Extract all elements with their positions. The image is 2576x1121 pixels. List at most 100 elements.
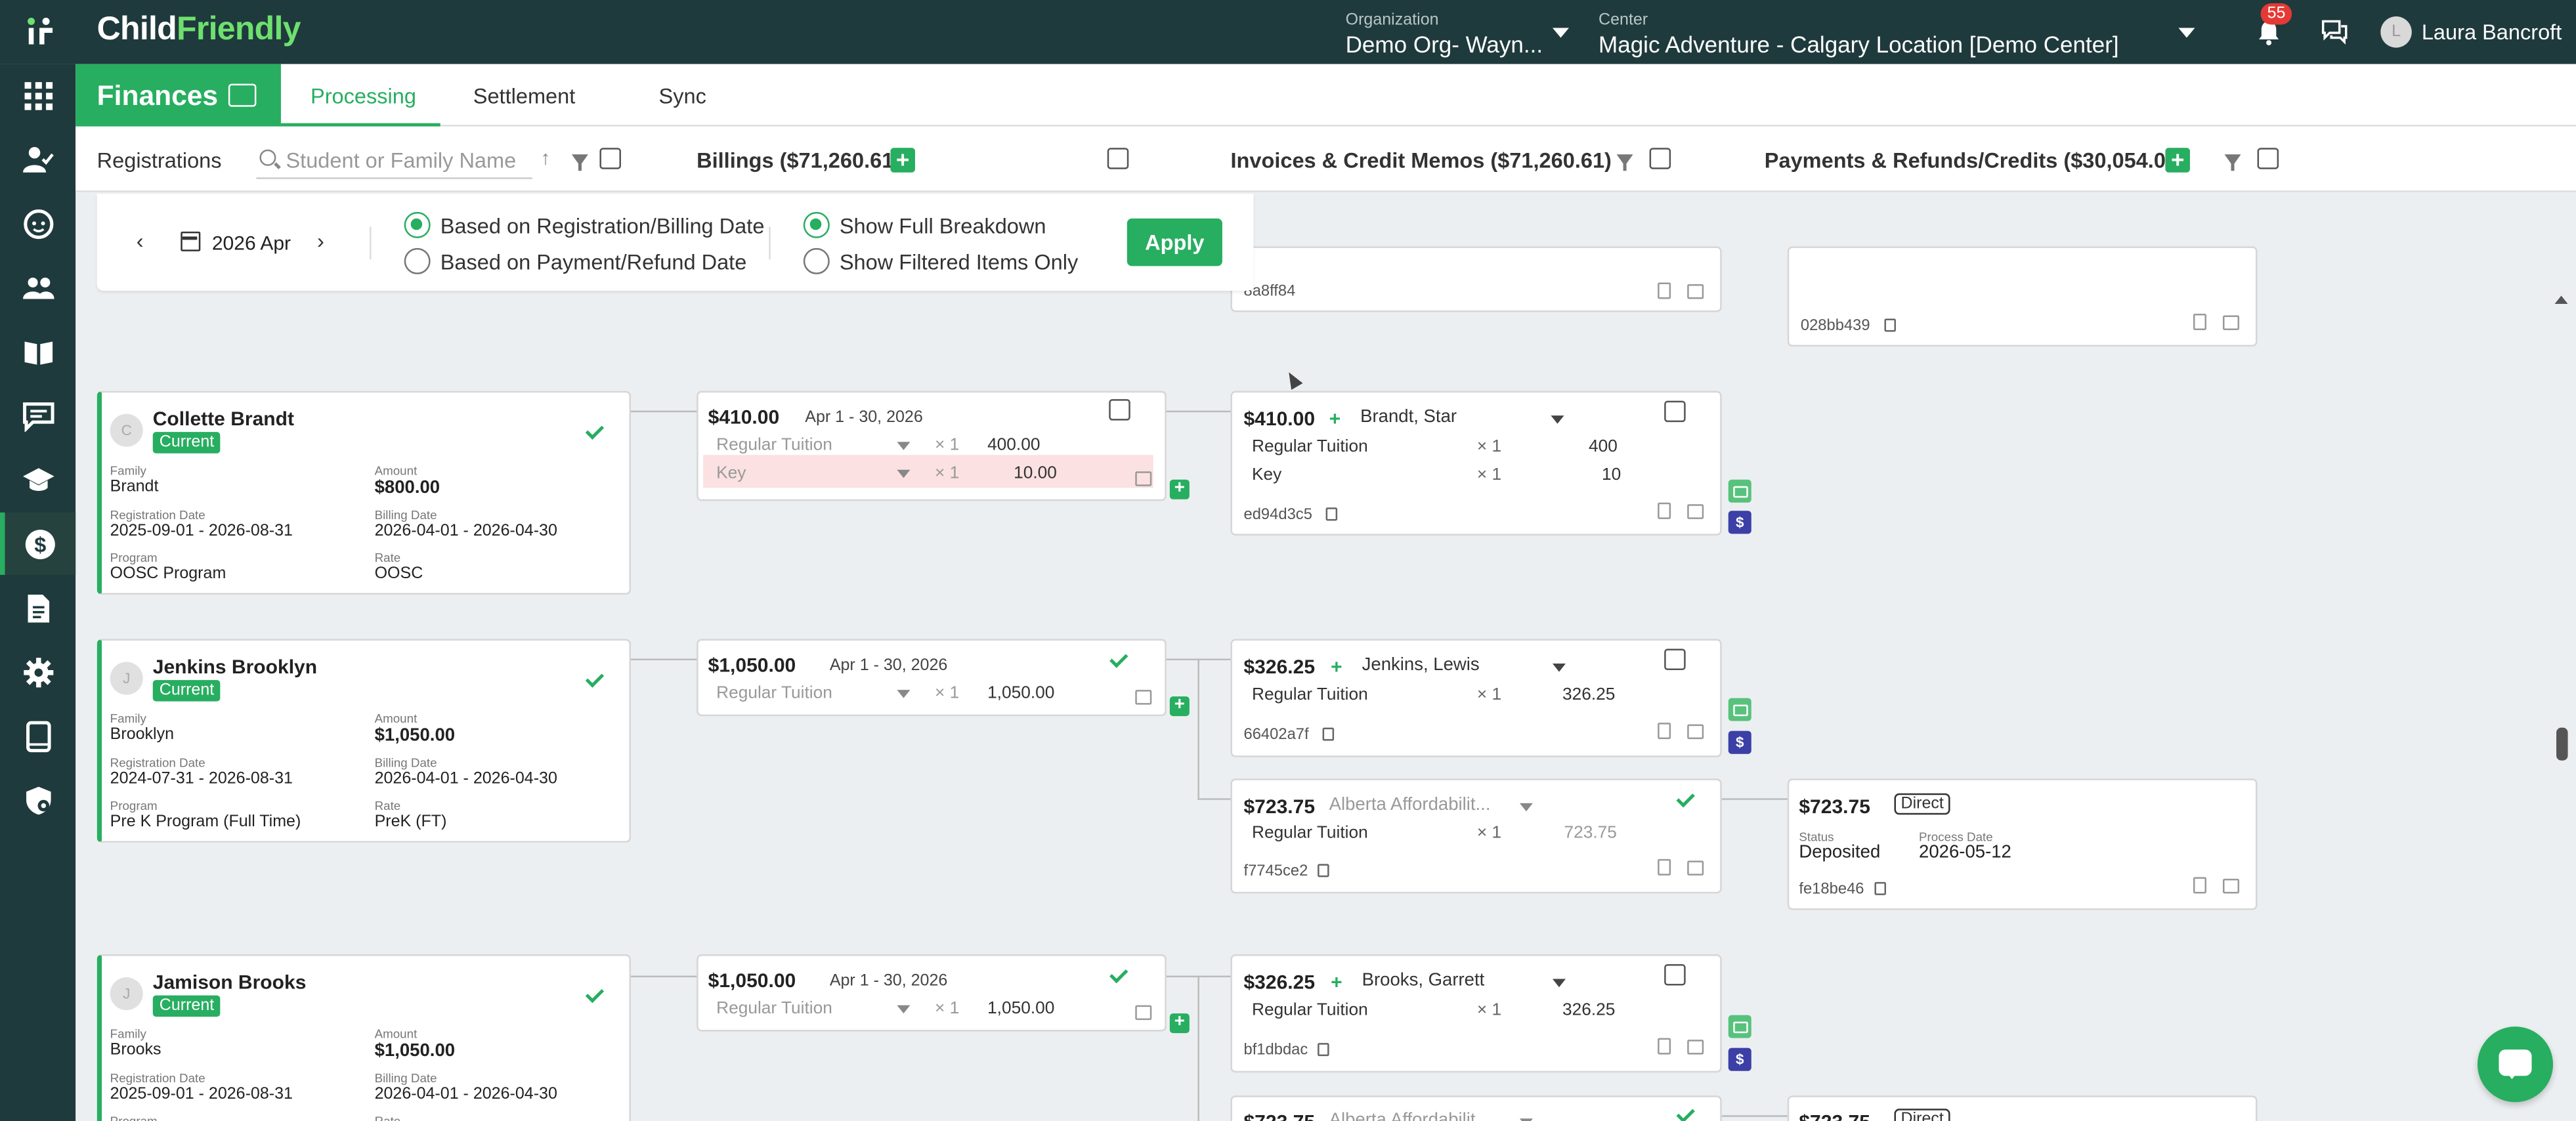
copy-icon[interactable] bbox=[1318, 864, 1329, 878]
registration-card[interactable]: J Jamison Brooks Current Family Brooks A… bbox=[97, 954, 631, 1121]
user-avatar[interactable]: L bbox=[2380, 16, 2412, 48]
email-icon[interactable] bbox=[1135, 690, 1152, 705]
email-icon[interactable] bbox=[1687, 860, 1704, 876]
dollar-payment-icon[interactable]: $ bbox=[1728, 730, 1751, 754]
email-icon[interactable] bbox=[1687, 504, 1704, 519]
email-icon[interactable] bbox=[1687, 724, 1704, 740]
radio-filtered-only[interactable] bbox=[803, 247, 830, 274]
radio-registration-billing-date[interactable] bbox=[404, 211, 431, 238]
chevron-down-icon[interactable] bbox=[1519, 803, 1533, 812]
prev-month-icon[interactable]: ‹ bbox=[137, 228, 144, 253]
record-payment-icon[interactable] bbox=[1728, 698, 1751, 721]
dollar-payment-icon[interactable]: $ bbox=[1728, 511, 1751, 534]
payer-name[interactable]: Alberta Affordabilit... bbox=[1329, 1110, 1491, 1121]
finances-title[interactable]: Finances bbox=[75, 64, 281, 127]
line-item-name[interactable]: Regular Tuition bbox=[716, 999, 832, 1019]
line-item-amount[interactable]: 10.00 bbox=[1014, 463, 1057, 483]
organization-caret-icon[interactable] bbox=[1552, 28, 1569, 38]
chevron-down-icon[interactable] bbox=[1552, 979, 1566, 988]
chevron-down-icon[interactable] bbox=[1552, 664, 1566, 672]
record-payment-icon[interactable] bbox=[1728, 479, 1751, 503]
line-item-name[interactable]: Regular Tuition bbox=[716, 435, 832, 455]
sidebar-item-learning[interactable] bbox=[0, 448, 75, 511]
chevron-down-icon[interactable] bbox=[897, 690, 911, 698]
student-name[interactable]: Jenkins Brooklyn bbox=[153, 656, 317, 679]
radio-full-breakdown[interactable] bbox=[803, 211, 830, 238]
billing-card[interactable]: $410.00 Apr 1 - 30, 2026 Regular Tuition… bbox=[697, 391, 1167, 501]
sidebar-item-settings[interactable] bbox=[0, 641, 75, 703]
payment-card-partial[interactable]: $723.75 Direct bbox=[1787, 1095, 2258, 1121]
center-selector[interactable]: Center Magic Adventure - Calgary Locatio… bbox=[1599, 12, 2119, 58]
line-item-name[interactable]: Regular Tuition bbox=[716, 683, 832, 703]
registrations-select-all-checkbox[interactable] bbox=[599, 148, 621, 169]
sidebar-item-kiosk[interactable] bbox=[0, 705, 75, 767]
registration-card[interactable]: C Collette Brandt Current Family Brandt … bbox=[97, 391, 631, 595]
invoice-card[interactable]: $326.25 + Brooks, Garrett Regular Tuitio… bbox=[1230, 954, 1722, 1073]
student-name[interactable]: Jamison Brooks bbox=[153, 971, 307, 994]
document-icon[interactable] bbox=[1658, 1038, 1671, 1055]
payments-filter-icon[interactable] bbox=[2224, 154, 2241, 171]
invoice-card[interactable]: $410.00 + Brandt, Star Regular Tuition ×… bbox=[1230, 391, 1722, 536]
apply-button[interactable]: Apply bbox=[1127, 218, 1222, 266]
payer-name[interactable]: Alberta Affordabilit... bbox=[1329, 795, 1491, 814]
add-invoice-button[interactable]: + bbox=[1169, 1013, 1190, 1034]
chevron-down-icon[interactable] bbox=[897, 1005, 911, 1014]
payment-card[interactable]: $723.75 Direct Status Deposited Process … bbox=[1787, 778, 2258, 910]
sidebar-item-documents[interactable] bbox=[0, 576, 75, 639]
copy-icon[interactable] bbox=[1884, 318, 1897, 332]
sidebar-item-messages[interactable] bbox=[0, 385, 75, 447]
scroll-up-icon[interactable] bbox=[2554, 295, 2568, 304]
chevron-down-icon[interactable] bbox=[1519, 1118, 1533, 1121]
registration-card[interactable]: J Jenkins Brooklyn Current Family Brookl… bbox=[97, 639, 631, 843]
search-field[interactable] bbox=[256, 140, 532, 179]
invoice-card[interactable]: $723.75 Alberta Affordabilit... Regular … bbox=[1230, 778, 1722, 894]
tab-processing[interactable]: Processing bbox=[311, 84, 416, 109]
add-invoice-button[interactable]: + bbox=[1169, 696, 1190, 717]
email-icon[interactable] bbox=[1687, 284, 1704, 299]
student-name[interactable]: Collette Brandt bbox=[153, 408, 294, 431]
invoice-card[interactable]: $326.25 + Jenkins, Lewis Regular Tuition… bbox=[1230, 639, 1722, 757]
line-item-amount[interactable]: 1,050.00 bbox=[987, 683, 1054, 703]
app-logo[interactable]: ChildFriendly bbox=[97, 12, 301, 50]
copy-icon[interactable] bbox=[1325, 507, 1338, 521]
invoice-checkbox[interactable] bbox=[1664, 400, 1686, 423]
sidebar-item-admin[interactable] bbox=[0, 769, 75, 831]
month-label[interactable]: 2026 Apr bbox=[212, 232, 291, 255]
payment-card-partial[interactable]: 028bb439 bbox=[1787, 246, 2258, 347]
add-icon[interactable]: + bbox=[1331, 971, 1342, 994]
copy-icon[interactable] bbox=[1874, 881, 1886, 895]
add-payment-button[interactable]: + bbox=[2165, 148, 2190, 173]
add-icon[interactable]: + bbox=[1329, 408, 1341, 431]
billing-card[interactable]: $1,050.00 Apr 1 - 30, 2026 Regular Tuiti… bbox=[697, 639, 1167, 717]
document-icon[interactable] bbox=[1658, 858, 1671, 876]
center-caret-icon[interactable] bbox=[2178, 28, 2195, 38]
sidebar-item-apps[interactable] bbox=[0, 64, 75, 127]
sidebar-item-curriculum[interactable] bbox=[0, 320, 75, 383]
invoices-select-all-checkbox[interactable] bbox=[1649, 148, 1671, 169]
document-icon[interactable] bbox=[2193, 313, 2206, 331]
childfriendly-logo-icon[interactable] bbox=[23, 15, 56, 48]
email-icon[interactable] bbox=[1135, 1005, 1152, 1021]
copy-icon[interactable] bbox=[1322, 727, 1335, 741]
support-chat-button[interactable] bbox=[2477, 1026, 2554, 1103]
add-icon[interactable]: + bbox=[1331, 656, 1342, 679]
scrollbar-thumb[interactable] bbox=[2556, 727, 2568, 761]
organization-selector[interactable]: Organization Demo Org- Wayn... bbox=[1346, 12, 1543, 58]
payer-name[interactable]: Brooks, Garrett bbox=[1362, 971, 1485, 990]
email-icon[interactable] bbox=[1687, 1040, 1704, 1055]
chevron-down-icon[interactable] bbox=[1551, 415, 1564, 424]
chevron-down-icon[interactable] bbox=[897, 469, 911, 478]
tab-settlement[interactable]: Settlement bbox=[473, 84, 576, 109]
document-icon[interactable] bbox=[1658, 723, 1671, 740]
vertical-scrollbar[interactable] bbox=[2552, 291, 2571, 1121]
invoice-card-partial[interactable]: 8a8ff84 bbox=[1230, 246, 1722, 312]
sidebar-item-children[interactable] bbox=[0, 192, 75, 255]
record-payment-icon[interactable] bbox=[1728, 1015, 1751, 1038]
invoices-filter-icon[interactable] bbox=[1616, 154, 1633, 171]
line-item-name[interactable]: Key bbox=[716, 463, 746, 483]
sidebar-item-families[interactable] bbox=[0, 256, 75, 318]
billing-card[interactable]: $1,050.00 Apr 1 - 30, 2026 Regular Tuiti… bbox=[697, 954, 1167, 1032]
email-icon[interactable] bbox=[2223, 878, 2240, 894]
payer-name[interactable]: Brandt, Star bbox=[1360, 408, 1457, 427]
email-icon[interactable] bbox=[2223, 315, 2240, 331]
